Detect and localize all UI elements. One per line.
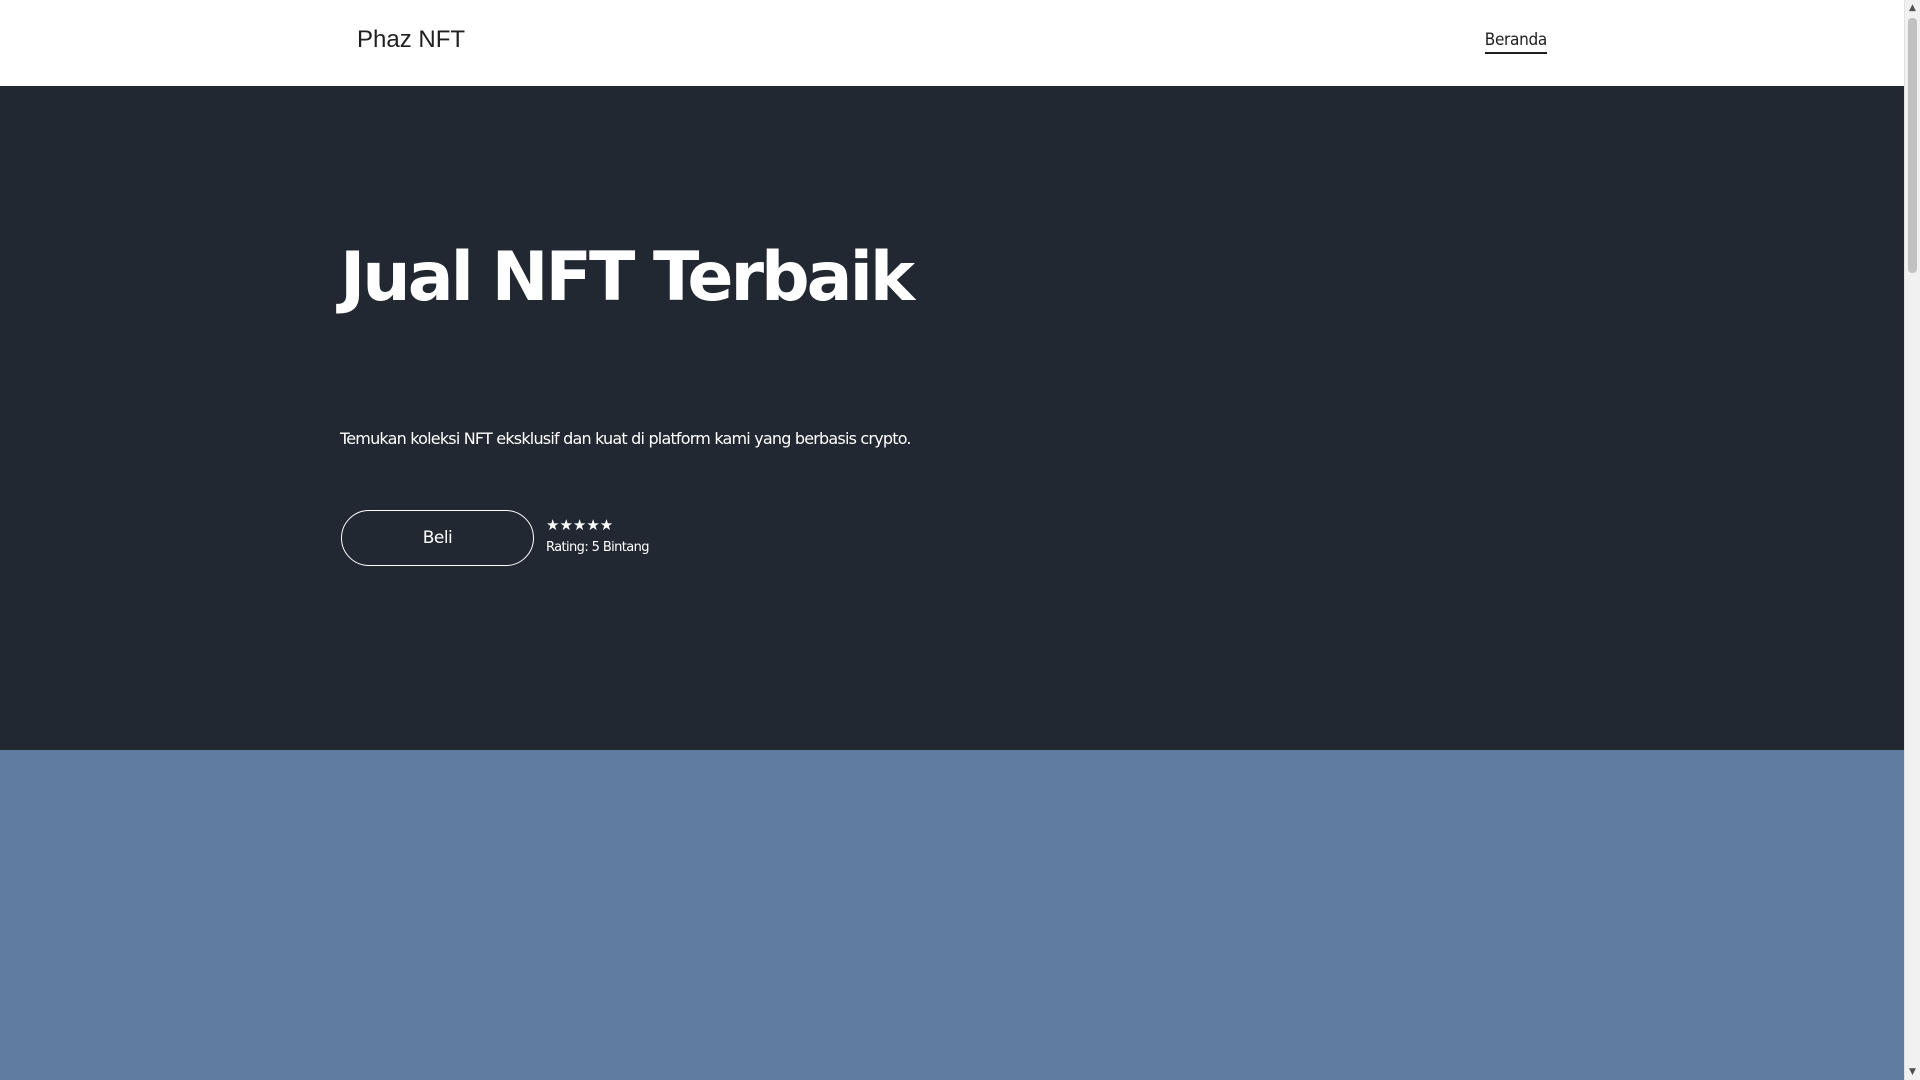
site-header: Phaz NFT Beranda <box>0 0 1904 87</box>
hero-title: Jual NFT Terbaik <box>340 238 915 317</box>
page: Phaz NFT Beranda Jual NFT Terbaik Temuka… <box>0 0 1904 1080</box>
vertical-scrollbar[interactable]: ▲ ▼ <box>1904 0 1920 1080</box>
star-rating-icon: ★★★★★ <box>546 516 614 534</box>
rating: ★★★★★ Rating: 5 Bintang <box>546 516 650 555</box>
rating-text: Rating: 5 Bintang <box>546 540 650 555</box>
buy-button[interactable]: Beli <box>341 510 534 566</box>
scroll-down-icon[interactable]: ▼ <box>1905 1064 1920 1080</box>
scroll-thumb[interactable] <box>1908 18 1917 273</box>
nav-link-beranda[interactable]: Beranda <box>1484 32 1547 54</box>
brand-logo-link[interactable]: Phaz NFT <box>357 28 465 52</box>
hero-section: Jual NFT Terbaik Temukan koleksi NFT eks… <box>0 86 1904 750</box>
scroll-up-icon[interactable]: ▲ <box>1905 0 1920 16</box>
hero-description: Temukan koleksi NFT eksklusif dan kuat d… <box>340 429 912 448</box>
lower-section <box>0 750 1904 1080</box>
